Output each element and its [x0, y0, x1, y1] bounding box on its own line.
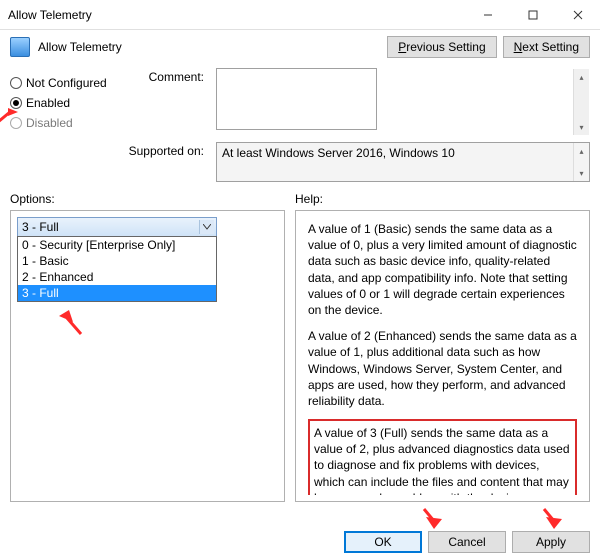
next-setting-button[interactable]: Next Setting: [503, 36, 590, 58]
help-label: Help:: [295, 192, 590, 206]
dropdown-option[interactable]: 0 - Security [Enterprise Only]: [18, 237, 216, 253]
cancel-button[interactable]: Cancel: [428, 531, 506, 553]
help-text: A value of 1 (Basic) sends the same data…: [302, 217, 583, 495]
state-radio-group: Not Configured Enabled Disabled: [10, 68, 120, 136]
radio-icon: [10, 117, 22, 129]
dropdown-option[interactable]: 2 - Enhanced: [18, 269, 216, 285]
previous-setting-button[interactable]: Previous Setting: [387, 36, 496, 58]
telemetry-level-combo[interactable]: 3 - Full: [17, 217, 217, 237]
help-paragraph: A value of 2 (Enhanced) sends the same d…: [308, 328, 577, 409]
ok-button[interactable]: OK: [344, 531, 422, 553]
policy-icon: [10, 37, 30, 57]
options-label: Options:: [10, 192, 285, 206]
policy-header: Allow Telemetry Previous Setting Next Se…: [0, 30, 600, 68]
supported-on-label: Supported on:: [128, 142, 208, 158]
lower-panels: Options: 3 - Full 0 - Security [Enterpri…: [0, 192, 600, 502]
options-panel: 3 - Full 0 - Security [Enterprise Only] …: [10, 210, 285, 502]
radio-enabled[interactable]: Enabled: [10, 96, 120, 110]
help-panel: A value of 1 (Basic) sends the same data…: [295, 210, 590, 502]
radio-label: Enabled: [26, 96, 70, 110]
telemetry-level-dropdown[interactable]: 0 - Security [Enterprise Only] 1 - Basic…: [17, 236, 217, 302]
radio-not-configured[interactable]: Not Configured: [10, 76, 120, 90]
help-paragraph-highlighted: A value of 3 (Full) sends the same data …: [308, 419, 577, 495]
scrollbar: ▴ ▾: [573, 143, 589, 181]
scroll-up-icon: ▴: [574, 143, 589, 159]
radio-icon: [10, 97, 22, 109]
apply-button[interactable]: Apply: [512, 531, 590, 553]
dropdown-option-selected[interactable]: 3 - Full: [18, 285, 216, 301]
radio-label: Not Configured: [26, 76, 107, 90]
title-bar: Allow Telemetry: [0, 0, 600, 30]
combo-value: 3 - Full: [22, 220, 59, 234]
dropdown-option[interactable]: 1 - Basic: [18, 253, 216, 269]
window-title: Allow Telemetry: [8, 8, 465, 22]
scrollbar[interactable]: ▴ ▾: [573, 69, 589, 135]
radio-label: Disabled: [26, 116, 73, 130]
dialog-buttons: OK Cancel Apply: [344, 531, 590, 553]
policy-name: Allow Telemetry: [38, 40, 122, 54]
scroll-down-icon: ▾: [574, 165, 589, 181]
scroll-up-icon[interactable]: ▴: [574, 69, 589, 85]
help-paragraph: A value of 1 (Basic) sends the same data…: [308, 221, 577, 318]
chevron-down-icon: [199, 220, 214, 234]
minimize-button[interactable]: [465, 0, 510, 30]
radio-icon: [10, 77, 22, 89]
comment-textarea[interactable]: [216, 68, 377, 130]
form-area: Not Configured Enabled Disabled Comment:…: [0, 68, 600, 192]
supported-on-value: At least Windows Server 2016, Windows 10: [216, 142, 590, 182]
maximize-button[interactable]: [510, 0, 555, 30]
radio-disabled[interactable]: Disabled: [10, 116, 120, 130]
comment-label: Comment:: [128, 68, 208, 136]
close-button[interactable]: [555, 0, 600, 30]
scroll-down-icon[interactable]: ▾: [574, 119, 589, 135]
